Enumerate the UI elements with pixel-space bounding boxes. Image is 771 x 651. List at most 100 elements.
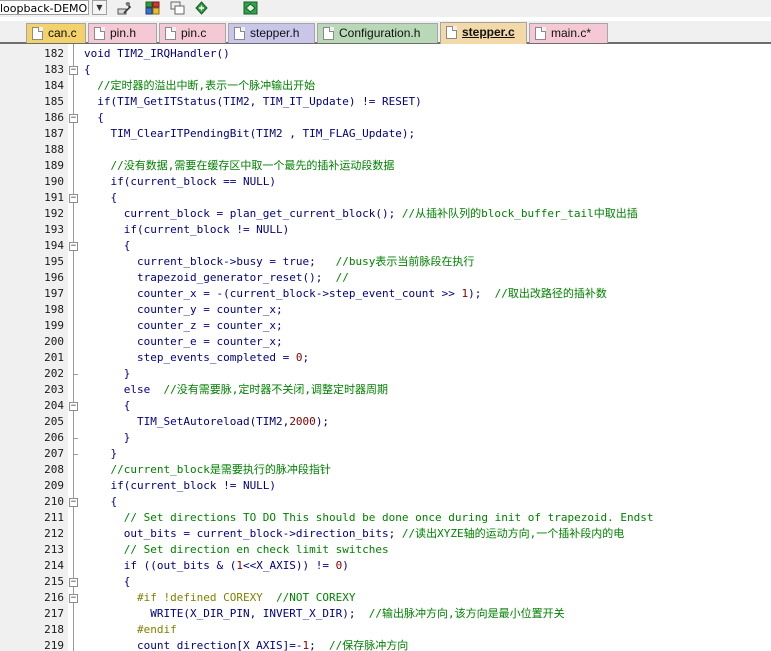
chevron-down-icon[interactable]: ▼ (92, 0, 107, 15)
code-line[interactable]: 185 if(TIM_GetITStatus(TIM2, TIM_IT_Upda… (0, 94, 771, 110)
code-line[interactable]: 195 current_block->busy = true; //busy表示… (0, 254, 771, 270)
code-line[interactable]: 213 // Set direction en check limit swit… (0, 542, 771, 558)
line-number: 215 (44, 575, 64, 588)
code-line[interactable]: 184 //定时器的溢出中断,表示一个脉冲输出开始 (0, 78, 771, 94)
code-line[interactable]: 204− { (0, 398, 771, 414)
code-line[interactable]: 202 } (0, 366, 771, 382)
code-text: counter_y = counter_x; (84, 302, 283, 318)
code-line[interactable]: 188 (0, 142, 771, 158)
code-comment: //输出脉冲方向,该方向是最小位置开关 (368, 607, 565, 620)
fold-toggle-icon[interactable]: − (69, 498, 78, 507)
code-line[interactable]: 200 counter_e = counter_x; (0, 334, 771, 350)
code-line[interactable]: 205 TIM_SetAutoreload(TIM2,2000); (0, 414, 771, 430)
line-number: 191 (44, 191, 64, 204)
pack-installer-icon[interactable] (243, 1, 258, 15)
code-text: current_block = plan_get_current_block()… (84, 206, 638, 222)
file-icon (535, 27, 546, 40)
code-token: ; (302, 351, 310, 364)
code-token: counter_x = -(current_block->step_event_… (84, 287, 462, 300)
code-editor[interactable]: 182 void TIM2_IRQHandler() 183−{184 //定时器的… (0, 44, 771, 651)
fold-toggle-icon[interactable]: − (69, 194, 78, 203)
fold-toggle-icon[interactable]: − (69, 578, 78, 587)
code-line[interactable]: 187 TIM_ClearITPendingBit(TIM2 , TIM_FLA… (0, 126, 771, 142)
line-number: 193 (44, 223, 64, 236)
tab-stepper-c[interactable]: stepper.c (440, 22, 527, 44)
code-line[interactable]: 216− #if !defined COREXY //NOT COREXY (0, 590, 771, 606)
code-line[interactable]: 194− { (0, 238, 771, 254)
tab-configuration-h[interactable]: Configuration.h (317, 23, 438, 43)
code-token: if(current_block == NULL) (84, 175, 277, 188)
tab-label: pin.h (110, 26, 137, 40)
code-line[interactable]: 212 out_bits = current_block->direction_… (0, 526, 771, 542)
fold-toggle-icon[interactable]: − (69, 402, 78, 411)
code-line[interactable]: 198 counter_y = counter_x; (0, 302, 771, 318)
code-line[interactable]: 190 if(current_block == NULL) (0, 174, 771, 190)
code-token: if(current_block != NULL) (84, 479, 277, 492)
code-line[interactable]: 218 #endif (0, 622, 771, 638)
line-number: 213 (44, 543, 64, 556)
code-line[interactable]: 197 counter_x = -(current_block->step_ev… (0, 286, 771, 302)
code-comment: // Set direction en check limit switches (84, 543, 389, 556)
fold-toggle-icon[interactable]: − (69, 66, 78, 75)
line-number: 208 (44, 463, 64, 476)
code-line[interactable]: 183−{ (0, 62, 771, 78)
line-number: 214 (44, 559, 64, 572)
code-line[interactable]: 217 WRITE(X_DIR_PIN, INVERT_X_DIR); //输出… (0, 606, 771, 622)
line-number: 209 (44, 479, 64, 492)
code-line[interactable]: 206 } (0, 430, 771, 446)
code-line[interactable]: 182 void TIM2_IRQHandler() (0, 46, 771, 62)
code-line[interactable]: 215− { (0, 574, 771, 590)
code-token: ; (309, 639, 330, 651)
line-number: 190 (44, 175, 64, 188)
tab-can-c[interactable]: can.c (26, 23, 86, 43)
tab-pin-h[interactable]: pin.h (88, 23, 157, 43)
code-line[interactable]: 207 } (0, 446, 771, 462)
code-line[interactable]: 201 step_events_completed = 0; (0, 350, 771, 366)
target-options-icon[interactable] (117, 1, 132, 15)
toolbar: loopback-DEMO ▼ (0, 0, 771, 17)
code-line[interactable]: 211 // Set directions TO DO This should … (0, 510, 771, 526)
code-number: 1 (236, 559, 243, 572)
code-line[interactable]: 192 current_block = plan_get_current_blo… (0, 206, 771, 222)
code-line[interactable]: 189 //没有数据,需要在缓存区中取一个最先的插补运动段数据 (0, 158, 771, 174)
code-comment: // Set directions TO DO This should be d… (84, 511, 654, 524)
code-line[interactable]: 191− { (0, 190, 771, 206)
code-line[interactable]: 199 counter_z = counter_x; (0, 318, 771, 334)
project-target-select[interactable]: loopback-DEMO (0, 0, 89, 15)
fold-toggle-icon[interactable]: − (69, 594, 78, 603)
line-number: 216 (44, 591, 64, 604)
code-text: if(current_block != NULL) (84, 222, 290, 238)
line-number: 185 (44, 95, 64, 108)
line-number: 194 (44, 239, 64, 252)
manage-components-icon[interactable] (145, 1, 160, 15)
code-text: // Set direction en check limit switches (84, 542, 389, 558)
code-line[interactable]: 208 //current_block是需要执行的脉冲段指针 (0, 462, 771, 478)
tab-label: stepper.c (462, 25, 515, 39)
line-number: 183 (44, 63, 64, 76)
code-line[interactable]: 210− { (0, 494, 771, 510)
code-token: step_events_completed = (84, 351, 296, 364)
code-comment: // (335, 271, 349, 284)
code-text: { (84, 238, 131, 254)
code-line[interactable]: 196 trapezoid_generator_reset(); // (0, 270, 771, 286)
tab-pin-c[interactable]: pin.c (159, 23, 226, 43)
code-token: current_block = plan_get_current_block()… (84, 207, 402, 220)
code-directive: #if !defined COREXY (84, 591, 277, 604)
code-text: WRITE(X_DIR_PIN, INVERT_X_DIR); //输出脉冲方向… (84, 606, 565, 622)
code-line[interactable]: 186− { (0, 110, 771, 126)
multi-project-icon[interactable] (170, 1, 185, 15)
tab-stepper-h[interactable]: stepper.h (228, 23, 315, 43)
code-line[interactable]: 193 if(current_block != NULL) (0, 222, 771, 238)
tab-main-c[interactable]: main.c* (529, 23, 608, 43)
fold-toggle-icon[interactable]: − (69, 114, 78, 123)
select-device-icon[interactable] (194, 1, 209, 15)
code-line[interactable]: 203 else //没有需要脉,定时器不关闭,调整定时器周期 (0, 382, 771, 398)
line-number: 219 (44, 639, 64, 651)
line-number: 197 (44, 287, 64, 300)
code-text: if(current_block != NULL) (84, 478, 276, 494)
fold-toggle-icon[interactable]: − (69, 242, 78, 251)
code-line[interactable]: 219 count_direction[X_AXIS]=-1; //保存脉冲方向 (0, 638, 771, 651)
file-icon (234, 27, 245, 40)
code-line[interactable]: 214 if ((out_bits & (1<<X_AXIS)) != 0) (0, 558, 771, 574)
code-line[interactable]: 209 if(current_block != NULL) (0, 478, 771, 494)
